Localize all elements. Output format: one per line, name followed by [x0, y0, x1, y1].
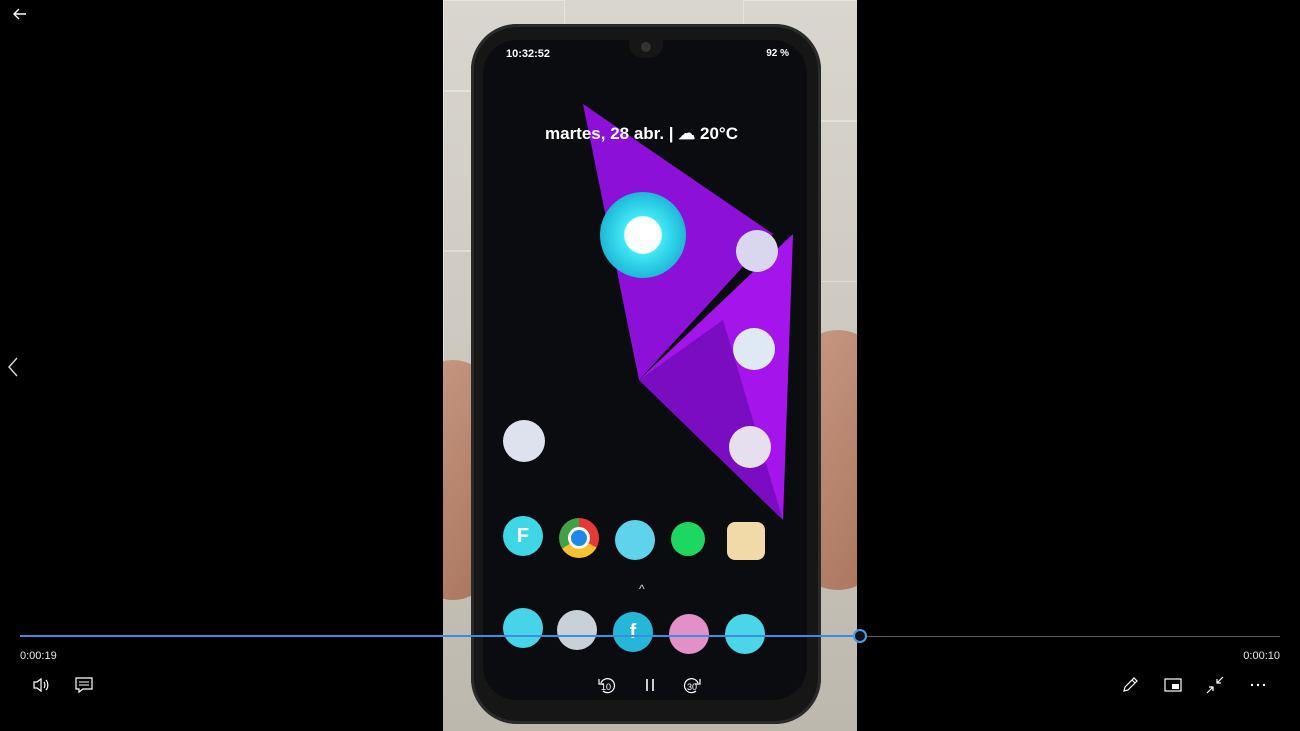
- app-icon: [727, 522, 765, 560]
- app-folder: [729, 426, 771, 468]
- chrome-icon: [559, 518, 599, 558]
- more-options-button[interactable]: [1243, 670, 1273, 700]
- phone: 10:32:52 92 % martes, 28 abr. | ☁ 20°C F…: [471, 24, 821, 724]
- forward-seconds: 30: [687, 682, 698, 692]
- pause-icon: [646, 679, 654, 691]
- assistant-orb: [600, 192, 686, 278]
- previous-media-button[interactable]: [2, 352, 24, 382]
- phone-date-weather: martes, 28 abr. | ☁ 20°C: [545, 124, 738, 143]
- edit-button[interactable]: [1115, 670, 1145, 700]
- pause-button[interactable]: [635, 670, 665, 700]
- rewind-button[interactable]: 10: [591, 670, 621, 700]
- volume-button[interactable]: [26, 670, 56, 700]
- forward-button[interactable]: 30: [678, 670, 708, 700]
- facebook-icon: f: [613, 612, 653, 652]
- back-button[interactable]: [8, 4, 32, 24]
- phone-status-time: 10:32:52: [506, 48, 551, 60]
- app-icon: F: [503, 516, 543, 556]
- captions-icon: [75, 677, 93, 694]
- messages-icon: [725, 614, 765, 654]
- chevron-up-icon: ^: [639, 582, 645, 596]
- gallery-icon: [615, 520, 655, 560]
- remaining-time: 0:00:10: [1243, 650, 1280, 662]
- mini-view-button[interactable]: [1158, 670, 1188, 700]
- back-arrow-icon: [13, 8, 26, 20]
- mini-view-icon: [1164, 678, 1182, 692]
- phone-battery: 92 %: [766, 48, 789, 59]
- exit-fullscreen-button[interactable]: [1200, 670, 1230, 700]
- phone-app-icon: [503, 608, 543, 648]
- instagram-icon: [669, 614, 709, 654]
- app-folder: [733, 328, 775, 370]
- rewind-seconds: 10: [601, 682, 612, 692]
- more-icon: [1250, 683, 1266, 687]
- app-folder: [503, 420, 545, 462]
- seek-thumb[interactable]: [853, 629, 868, 643]
- pencil-icon: [1123, 677, 1138, 692]
- app-folder: [736, 230, 778, 272]
- spotify-icon: [671, 522, 705, 556]
- video-frame[interactable]: 10:32:52 92 % martes, 28 abr. | ☁ 20°C F…: [443, 0, 857, 731]
- seek-progress: [20, 635, 861, 637]
- chevron-left-icon: [8, 357, 18, 377]
- front-camera: [641, 42, 651, 52]
- phone-screen: 10:32:52 92 % martes, 28 abr. | ☁ 20°C F…: [483, 40, 807, 700]
- elapsed-time: 0:00:19: [20, 650, 57, 662]
- captions-button[interactable]: [69, 670, 99, 700]
- volume-icon: [33, 677, 49, 693]
- exit-fullscreen-icon: [1206, 676, 1224, 694]
- camera-app-icon: [557, 610, 597, 650]
